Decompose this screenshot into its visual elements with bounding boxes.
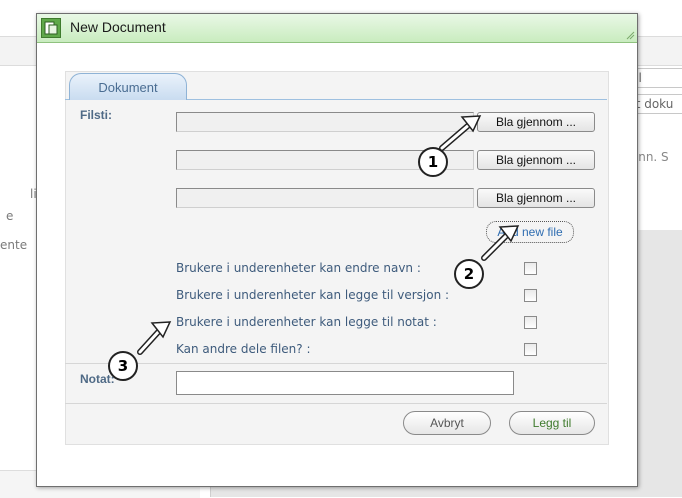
annotation-callout-1: 1 — [418, 147, 448, 177]
annotation-arrows — [137, 115, 520, 355]
annotation-callout-3: 3 — [108, 351, 138, 381]
annotation-callout-2: 2 — [454, 259, 484, 289]
